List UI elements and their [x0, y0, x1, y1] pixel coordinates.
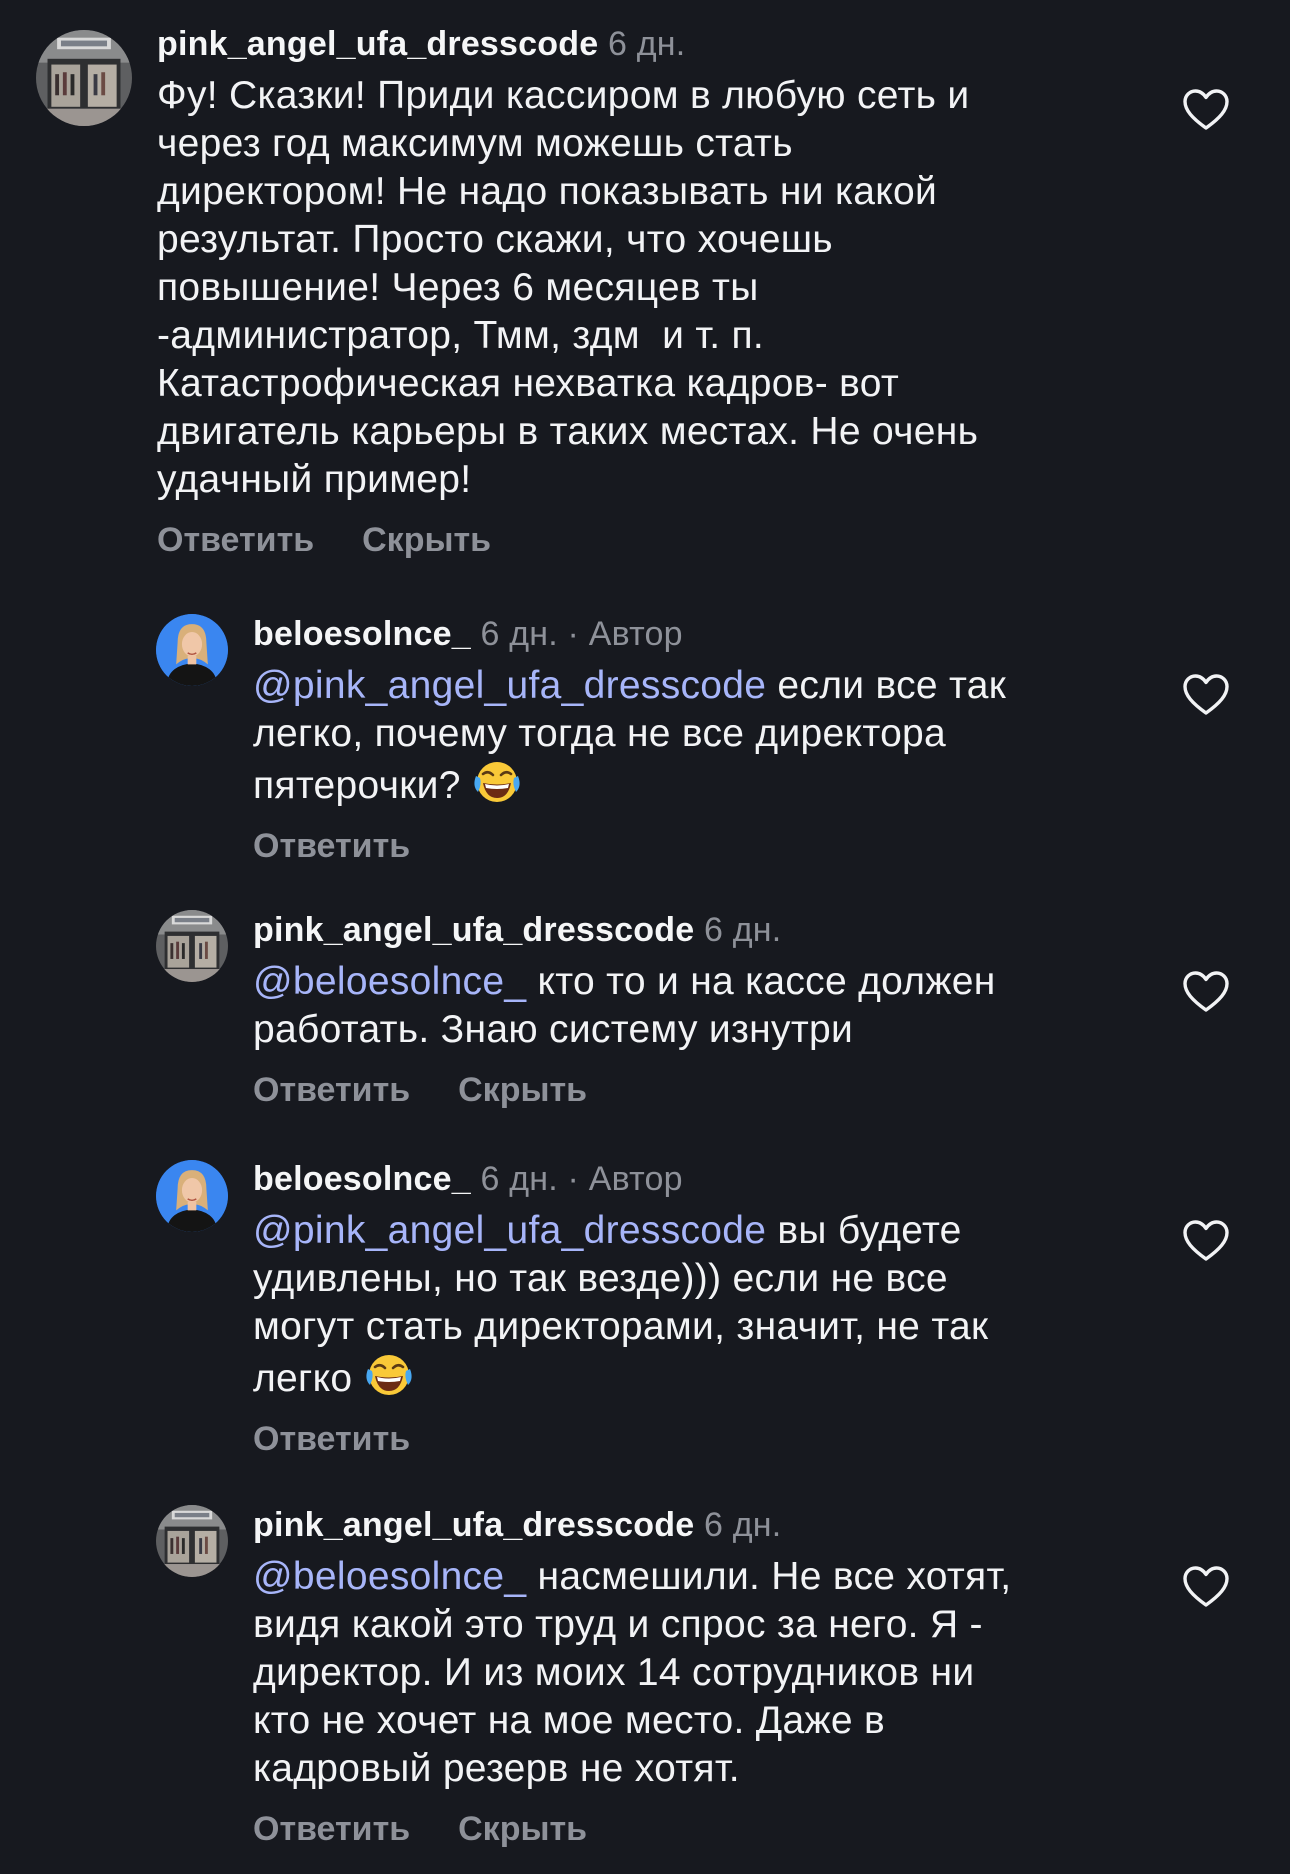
username[interactable]: beloesolnce_: [253, 1160, 471, 1198]
avatar[interactable]: [36, 30, 132, 126]
avatar[interactable]: [156, 910, 228, 982]
author-tag: · Автор: [557, 1160, 683, 1198]
mention-link[interactable]: @beloesolnce_: [253, 1555, 526, 1598]
author-tag: · Автор: [557, 615, 683, 653]
face-with-tears-of-joy-emoji: [364, 1351, 414, 1397]
timestamp: 6 дн.: [703, 1506, 782, 1544]
comment-body: pink_angel_ufa_dresscode 6 дн. @beloesol…: [253, 908, 1103, 1112]
reply-button[interactable]: Ответить: [157, 521, 314, 559]
comment-text: Фу! Сказки! Приди кассиром в любую сеть …: [157, 72, 1087, 504]
heart-outline-icon[interactable]: [1182, 1219, 1230, 1263]
comment-body: pink_angel_ufa_dresscode 6 дн. Фу! Сказк…: [157, 22, 1087, 562]
comment-actions: Ответить Скрыть: [253, 1068, 1103, 1112]
reply-button[interactable]: Ответить: [253, 1810, 410, 1848]
comment-actions: Ответить: [253, 824, 1103, 868]
reply-button[interactable]: Ответить: [253, 827, 410, 865]
mention-link[interactable]: @beloesolnce_: [253, 960, 526, 1003]
heart-outline-icon[interactable]: [1182, 673, 1230, 717]
hide-button[interactable]: Скрыть: [458, 1810, 587, 1848]
username[interactable]: pink_angel_ufa_dresscode: [253, 1506, 694, 1544]
timestamp: 6 дн.: [703, 911, 782, 949]
mention-link[interactable]: @pink_angel_ufa_dresscode: [253, 664, 766, 707]
reply-button[interactable]: Ответить: [253, 1071, 410, 1109]
heart-outline-icon[interactable]: [1182, 970, 1230, 1014]
comment-text: @beloesolnce_ кто то и на кассе должен р…: [253, 958, 1103, 1054]
comment-text: @pink_angel_ufa_dresscode если все так л…: [253, 662, 1103, 810]
mention-link[interactable]: @pink_angel_ufa_dresscode: [253, 1209, 766, 1252]
comment-actions: Ответить: [253, 1417, 1103, 1461]
comment-body: pink_angel_ufa_dresscode 6 дн. @beloesol…: [253, 1503, 1103, 1851]
avatar[interactable]: [156, 1505, 228, 1577]
comment-header: pink_angel_ufa_dresscode 6 дн.: [157, 22, 1087, 66]
timestamp: 6 дн.: [607, 25, 686, 63]
hide-button[interactable]: Скрыть: [362, 521, 491, 559]
comment-header: pink_angel_ufa_dresscode 6 дн.: [253, 1503, 1103, 1547]
reply-button[interactable]: Ответить: [253, 1420, 410, 1458]
avatar[interactable]: [156, 1160, 228, 1232]
heart-outline-icon[interactable]: [1182, 88, 1230, 132]
face-with-tears-of-joy-emoji: [472, 758, 522, 804]
comment-actions: Ответить Скрыть: [253, 1807, 1103, 1851]
username[interactable]: beloesolnce_: [253, 615, 471, 653]
username[interactable]: pink_angel_ufa_dresscode: [157, 25, 598, 63]
timestamp: 6 дн.: [480, 615, 558, 653]
comment-actions: Ответить Скрыть: [157, 518, 1087, 562]
comment-header: beloesolnce_ 6 дн. · Автор: [253, 612, 1103, 656]
comment-body: beloesolnce_ 6 дн. · Автор @pink_angel_u…: [253, 612, 1103, 868]
comment-text: @beloesolnce_ насмешили. Не все хотят, в…: [253, 1553, 1103, 1793]
comment-text-content: Фу! Сказки! Приди кассиром в любую сеть …: [157, 74, 979, 501]
comment-body: beloesolnce_ 6 дн. · Автор @pink_angel_u…: [253, 1157, 1103, 1461]
avatar[interactable]: [156, 614, 228, 686]
comment-header: pink_angel_ufa_dresscode 6 дн.: [253, 908, 1103, 952]
hide-button[interactable]: Скрыть: [458, 1071, 587, 1109]
heart-outline-icon[interactable]: [1182, 1565, 1230, 1609]
comment-header: beloesolnce_ 6 дн. · Автор: [253, 1157, 1103, 1201]
username[interactable]: pink_angel_ufa_dresscode: [253, 911, 694, 949]
comment-text: @pink_angel_ufa_dresscode вы будете удив…: [253, 1207, 1103, 1403]
timestamp: 6 дн.: [480, 1160, 558, 1198]
